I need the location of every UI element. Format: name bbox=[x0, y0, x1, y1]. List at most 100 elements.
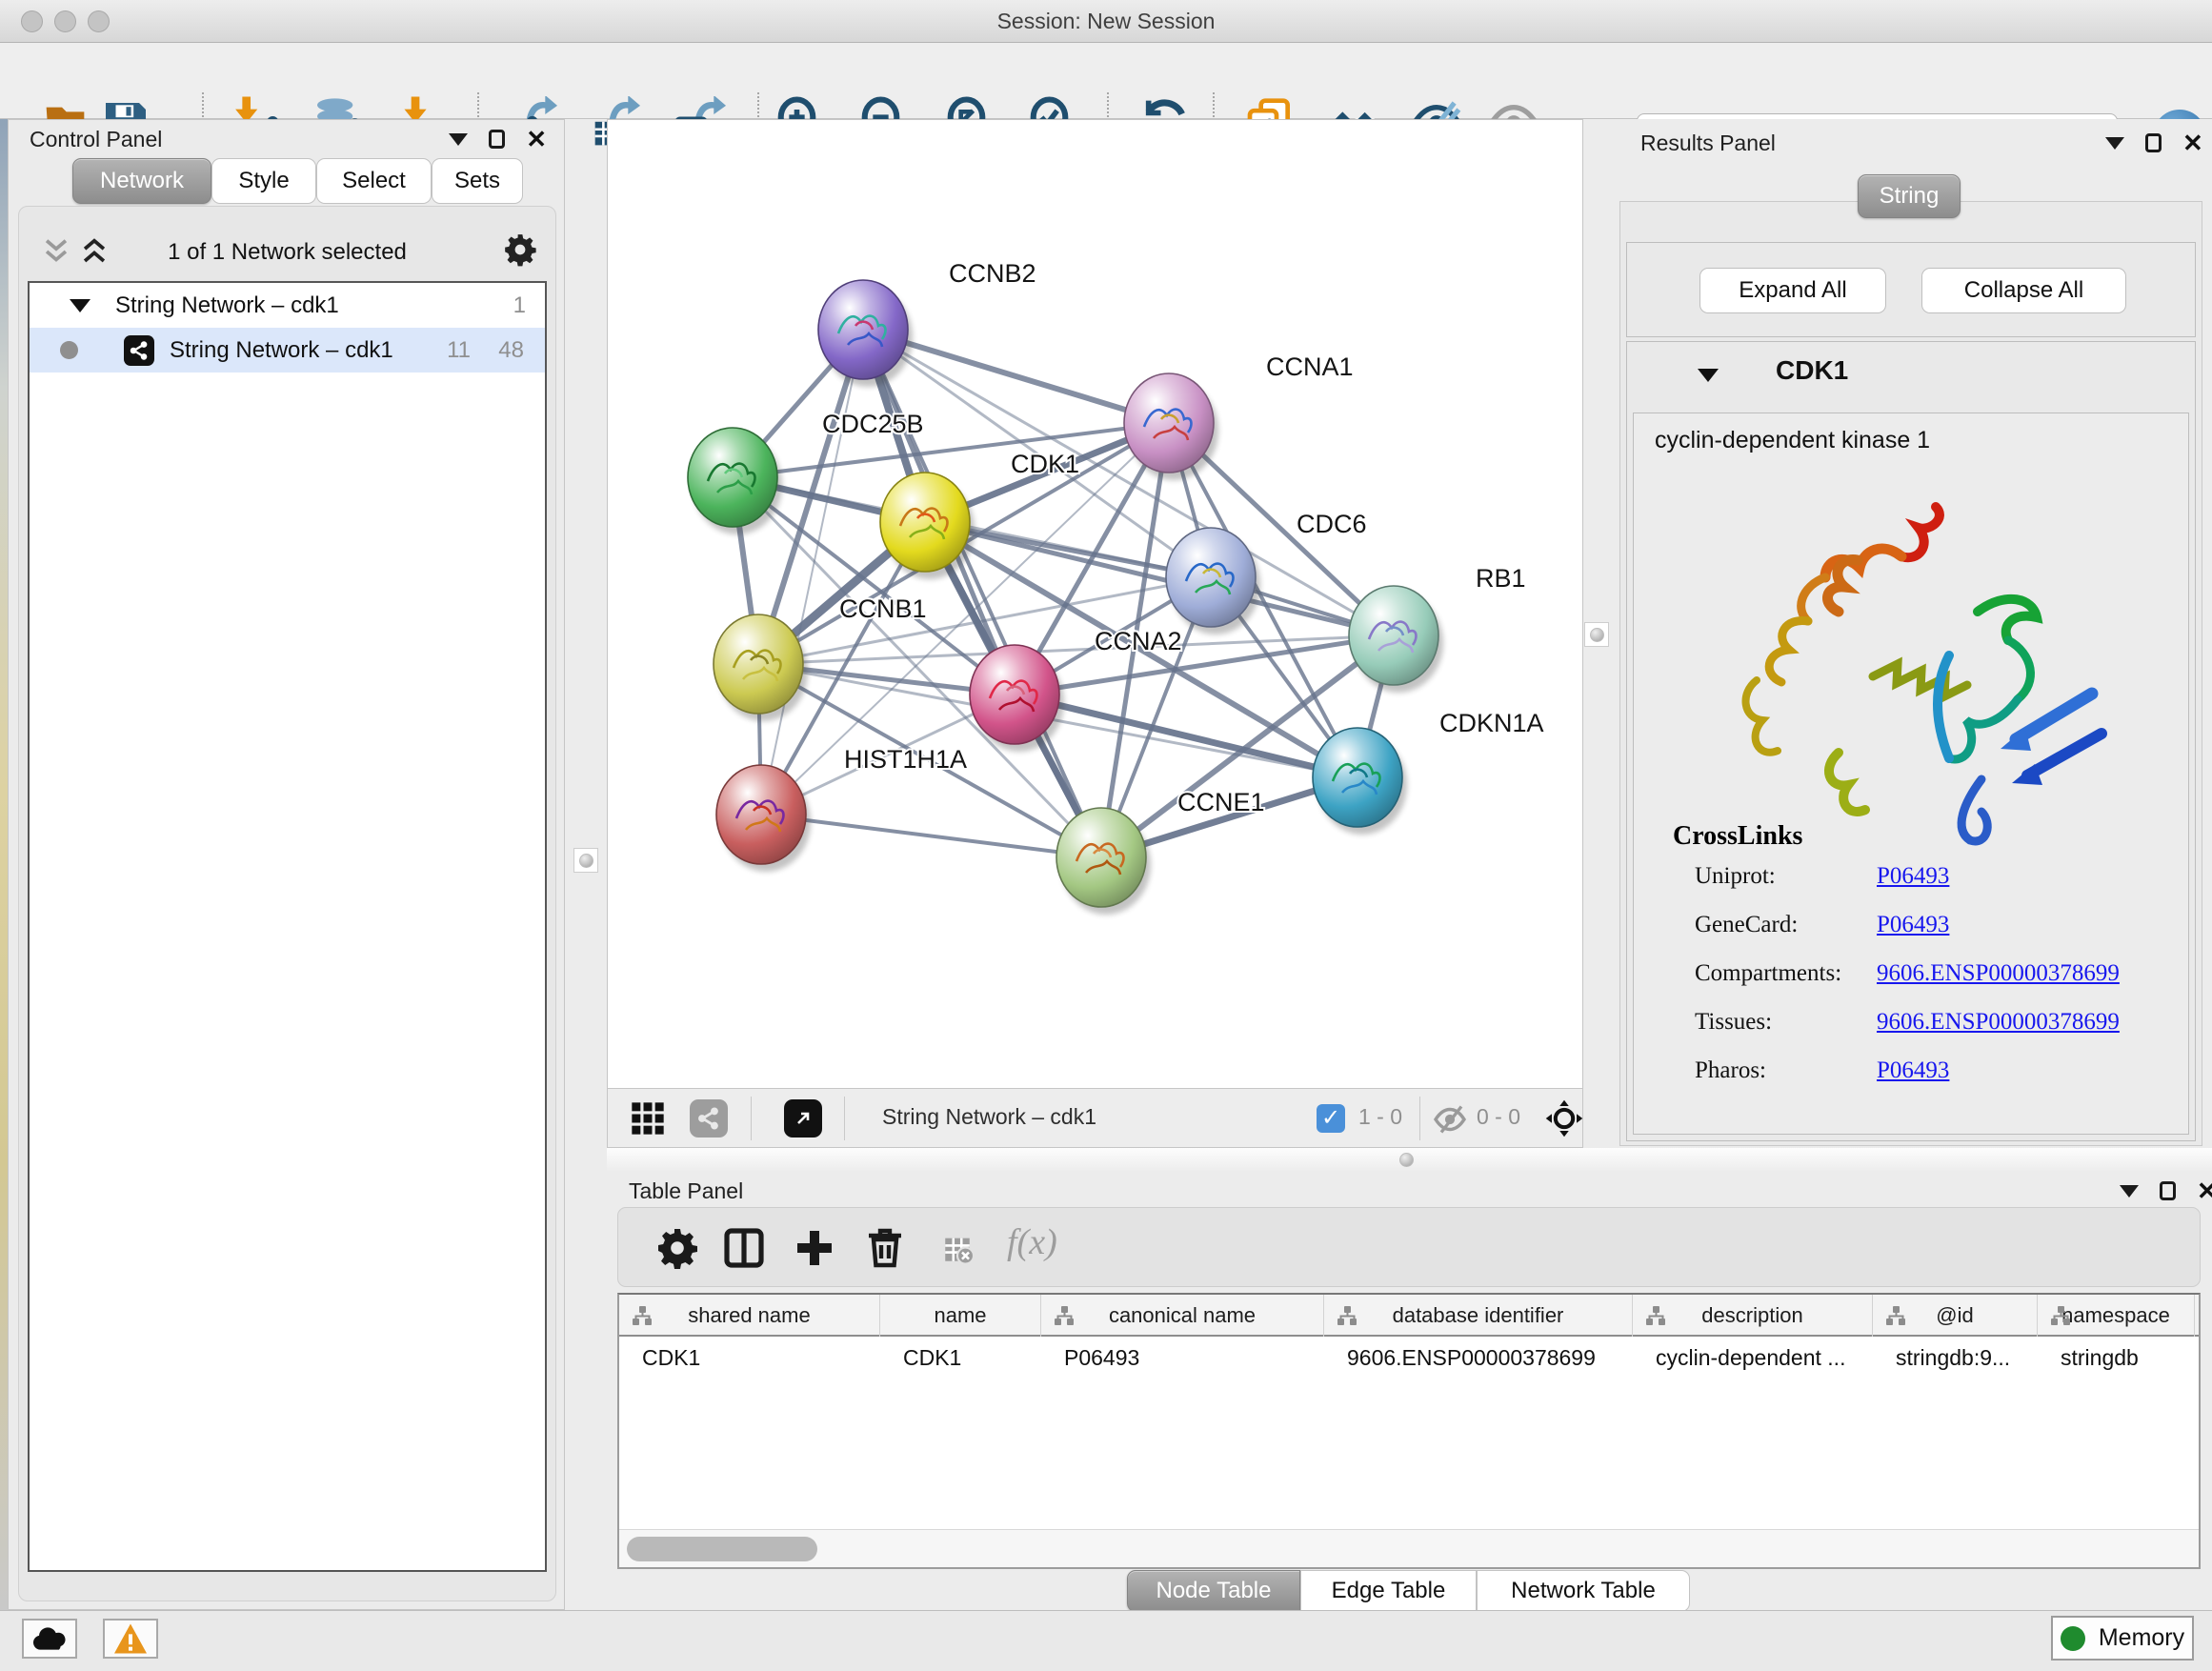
control-panel-title: Control Panel bbox=[30, 127, 162, 152]
results-panel: Results Panel ✕ String Expand All Collap… bbox=[1610, 119, 2212, 1148]
network-node-CCNB2[interactable]: CCNB2 bbox=[818, 259, 1036, 379]
results-panel-title: Results Panel bbox=[1640, 131, 1776, 156]
selected-checkbox-icon[interactable]: ✓ bbox=[1317, 1104, 1345, 1133]
section-collapse-caret-icon[interactable] bbox=[1698, 369, 1719, 382]
network-canvas[interactable]: CCNB2CCNA1CDC25BCDK1CDC6RB1CCNB1CCNA2CDK… bbox=[608, 120, 1582, 1088]
tab-select[interactable]: Select bbox=[316, 158, 432, 204]
hidden-eye-icon[interactable] bbox=[1433, 1102, 1467, 1137]
network-node-CCNA1[interactable]: CCNA1 bbox=[1124, 352, 1354, 473]
network-column-icon bbox=[631, 1304, 654, 1327]
table-options-gear-icon[interactable] bbox=[654, 1225, 700, 1271]
detach-view-icon[interactable] bbox=[784, 1099, 822, 1137]
node-label: CCNA2 bbox=[1095, 627, 1182, 655]
expand-collapse-bar: Expand All Collapse All bbox=[1626, 242, 2196, 337]
delete-column-icon[interactable] bbox=[862, 1225, 908, 1271]
window-title: Session: New Session bbox=[0, 9, 2212, 34]
network-view-footer: String Network – cdk1 ✓ 1 - 0 0 - 0 bbox=[608, 1088, 1582, 1147]
table-cell[interactable]: cyclin-dependent ... bbox=[1633, 1337, 1873, 1379]
column-header--id[interactable]: @id bbox=[1873, 1295, 2038, 1337]
footer-separator bbox=[844, 1097, 845, 1140]
table-hscrollbar[interactable] bbox=[619, 1529, 2199, 1567]
network-view-title: String Network – cdk1 bbox=[882, 1104, 1096, 1130]
network-node-CDKN1A[interactable]: CDKN1A bbox=[1313, 709, 1544, 827]
string-results-box: Expand All Collapse All CDK1 cyclin-depe… bbox=[1619, 201, 2202, 1146]
maximize-panel-icon[interactable] bbox=[2145, 133, 2162, 152]
tab-edge-table[interactable]: Edge Table bbox=[1300, 1570, 1477, 1612]
table-cell[interactable]: CDK1 bbox=[880, 1337, 1041, 1379]
crosslink-value[interactable]: P06493 bbox=[1877, 1057, 1949, 1084]
create-column-icon[interactable] bbox=[792, 1225, 837, 1271]
node-label: CDKN1A bbox=[1439, 709, 1544, 737]
network-node-HIST1H1A[interactable]: HIST1H1A bbox=[716, 745, 967, 864]
grid-view-icon[interactable] bbox=[629, 1099, 667, 1137]
close-panel-icon[interactable]: ✕ bbox=[526, 130, 547, 149]
table-cell[interactable]: P06493 bbox=[1041, 1337, 1324, 1379]
network-edge[interactable] bbox=[761, 330, 863, 815]
network-row[interactable]: String Network – cdk1 11 48 bbox=[30, 328, 545, 372]
warnings-button[interactable] bbox=[103, 1619, 158, 1659]
splitter-grip[interactable] bbox=[1399, 1153, 1414, 1167]
close-panel-icon[interactable]: ✕ bbox=[2182, 133, 2203, 152]
column-header-namespace[interactable]: namespace bbox=[2038, 1295, 2195, 1337]
horizontal-splitter[interactable] bbox=[607, 1148, 2212, 1171]
column-header-database-identifier[interactable]: database identifier bbox=[1324, 1295, 1633, 1337]
cloud-status-button[interactable] bbox=[22, 1619, 77, 1659]
collection-expand-caret-icon[interactable] bbox=[70, 299, 90, 312]
splitter-grip[interactable] bbox=[573, 848, 598, 873]
gene-details: cyclin-dependent kinase 1 bbox=[1633, 413, 2189, 1135]
table-cell[interactable]: CDK1 bbox=[619, 1337, 880, 1379]
node-label: CCNE1 bbox=[1177, 788, 1265, 816]
network-collection-row[interactable]: String Network – cdk1 1 bbox=[30, 283, 545, 328]
node-label: CDC6 bbox=[1297, 510, 1367, 538]
float-panel-icon[interactable] bbox=[449, 133, 468, 146]
crosslink-label: Uniprot: bbox=[1695, 863, 1776, 890]
crosslink-value[interactable]: 9606.ENSP00000378699 bbox=[1877, 960, 2120, 987]
tab-network[interactable]: Network bbox=[72, 158, 211, 204]
collection-count: 1 bbox=[513, 292, 526, 319]
crosslink-value[interactable]: P06493 bbox=[1877, 912, 1949, 938]
crosslink-value[interactable]: 9606.ENSP00000378699 bbox=[1877, 1009, 2120, 1036]
left-splitter[interactable] bbox=[565, 119, 607, 1610]
tab-style[interactable]: Style bbox=[211, 158, 316, 204]
memory-button[interactable]: Memory bbox=[2051, 1616, 2194, 1661]
network-view-mode-icon[interactable] bbox=[690, 1099, 728, 1137]
protein-structure-image bbox=[1691, 469, 2120, 850]
crosslink-value[interactable]: P06493 bbox=[1877, 863, 1949, 890]
tab-sets[interactable]: Sets bbox=[432, 158, 523, 204]
show-columns-icon[interactable] bbox=[721, 1225, 767, 1271]
footer-separator bbox=[751, 1097, 752, 1140]
table-cell[interactable]: stringdb bbox=[2038, 1337, 2195, 1379]
maximize-panel-icon[interactable] bbox=[2160, 1181, 2176, 1200]
network-view-pane: CCNB2CCNA1CDC25BCDK1CDC6RB1CCNB1CCNA2CDK… bbox=[607, 119, 1583, 1148]
table-cell[interactable]: 9606.ENSP00000378699 bbox=[1324, 1337, 1633, 1379]
crosslink-label: GeneCard: bbox=[1695, 912, 1798, 938]
node-label: HIST1H1A bbox=[844, 745, 967, 774]
node-label: CCNB1 bbox=[839, 594, 927, 623]
network-node-CCNE1[interactable]: CCNE1 bbox=[1056, 788, 1265, 907]
float-panel-icon[interactable] bbox=[2120, 1185, 2139, 1198]
splitter-grip[interactable] bbox=[1584, 622, 1609, 647]
table-cell[interactable]: stringdb:9... bbox=[1873, 1337, 2038, 1379]
network-column-icon bbox=[1884, 1304, 1907, 1327]
crosslink-label: Compartments: bbox=[1695, 960, 1841, 987]
tab-string[interactable]: String bbox=[1858, 174, 1961, 218]
expand-all-button[interactable]: Expand All bbox=[1699, 268, 1886, 313]
float-panel-icon[interactable] bbox=[2105, 137, 2124, 150]
network-options-gear-icon[interactable] bbox=[502, 232, 538, 268]
node-label: CDK1 bbox=[1011, 450, 1079, 478]
scrollbar-thumb[interactable] bbox=[627, 1537, 817, 1561]
maximize-panel-icon[interactable] bbox=[489, 130, 505, 149]
collapse-all-button[interactable]: Collapse All bbox=[1921, 268, 2126, 313]
column-header-name[interactable]: name bbox=[880, 1295, 1041, 1337]
right-splitter[interactable] bbox=[1583, 119, 1610, 1148]
network-edge[interactable] bbox=[761, 815, 1101, 857]
tab-network-table[interactable]: Network Table bbox=[1477, 1570, 1690, 1612]
column-header-description[interactable]: description bbox=[1633, 1295, 1873, 1337]
tab-node-table[interactable]: Node Table bbox=[1127, 1570, 1300, 1612]
close-panel-icon[interactable]: ✕ bbox=[2197, 1181, 2212, 1200]
network-column-icon bbox=[2049, 1304, 2072, 1327]
column-header-shared-name[interactable]: shared name bbox=[619, 1295, 880, 1337]
table-row[interactable]: CDK1CDK1P064939606.ENSP00000378699cyclin… bbox=[619, 1337, 2199, 1379]
column-header-canonical-name[interactable]: canonical name bbox=[1041, 1295, 1324, 1337]
birdseye-navigator-icon[interactable] bbox=[1543, 1097, 1585, 1139]
